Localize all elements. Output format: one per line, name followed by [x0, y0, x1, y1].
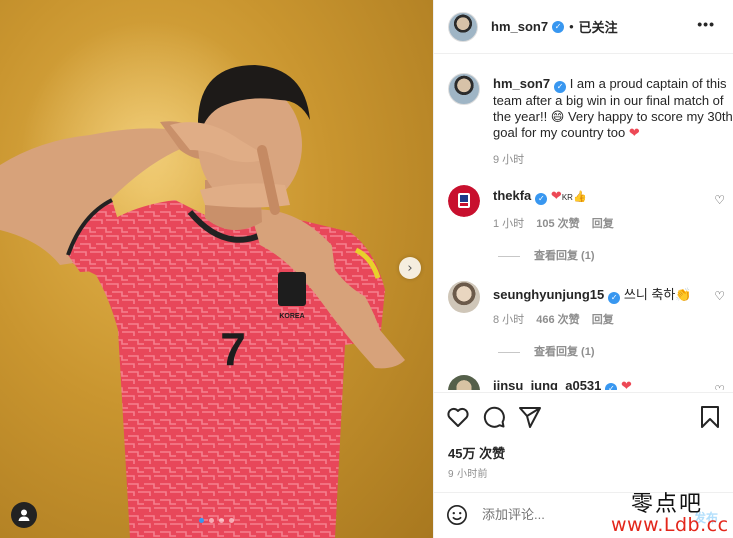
header-separator: • — [569, 19, 574, 34]
comments-scroll[interactable]: hm_son7 ✓ I am a proud captain of this te… — [434, 55, 733, 390]
view-replies-button[interactable]: 查看回复 (1) — [498, 343, 595, 359]
verified-icon: ✓ — [552, 20, 565, 33]
view-replies-label: 查看回复 (1) — [534, 250, 595, 262]
player-photo: KOREA 7 — [0, 65, 405, 538]
comment-meta: 8 小时 466 次赞 回复 — [493, 311, 623, 327]
comment-username[interactable]: seunghyunjung15 — [493, 287, 604, 302]
reply-button[interactable]: 回复 — [592, 314, 614, 326]
verified-icon: ✓ — [608, 291, 621, 304]
kfa-logo-icon — [448, 185, 480, 217]
comment-line: jinsu_jung_a0531 ✓ ❤ — [493, 378, 632, 390]
author-username[interactable]: hm_son7 — [491, 19, 548, 34]
comment-heart-icon[interactable]: ♡ — [714, 289, 725, 303]
verified-icon: ✓ — [605, 382, 618, 390]
carousel-dot — [219, 518, 224, 523]
heart-emoji-icon: ❤ — [628, 125, 640, 140]
emoji-icon[interactable] — [446, 504, 468, 526]
bookmark-icon[interactable] — [698, 405, 722, 429]
comment-text: KR — [561, 193, 573, 202]
comment-text: 쓰니 축하 — [623, 287, 676, 302]
caption-username[interactable]: hm_son7 — [493, 76, 550, 91]
likes-count[interactable]: 45万 次赞 — [448, 443, 505, 462]
heart-emoji-icon: ❤ — [550, 188, 562, 203]
thumbs-up-emoji-icon: 👍 — [572, 191, 587, 203]
clap-emoji-icon: 👏 — [675, 287, 692, 302]
author-avatar[interactable] — [448, 11, 478, 42]
carousel-indicator — [199, 518, 234, 523]
view-replies-label: 查看回复 (1) — [534, 346, 595, 358]
comment-icon[interactable] — [482, 405, 506, 429]
reply-button[interactable]: 回复 — [592, 218, 614, 230]
carousel-dot-active — [199, 518, 204, 523]
comment-time: 1 小时 — [493, 218, 525, 230]
comment-heart-icon[interactable]: ♡ — [714, 383, 725, 390]
post-sidebar: hm_son7 ✓ • 已关注 ••• hm_son7 ✓ I am a prou… — [433, 0, 733, 538]
comment-line: thekfa ✓ ❤KR👍 — [493, 188, 587, 205]
replies-divider — [498, 255, 520, 257]
comment-likes[interactable]: 466 次赞 — [536, 314, 579, 326]
caption-time: 9 小时 — [493, 154, 525, 166]
heart-icon[interactable] — [446, 405, 470, 429]
share-icon[interactable] — [518, 405, 542, 429]
comment-username[interactable]: jinsu_jung_a0531 — [493, 378, 601, 390]
following-button[interactable]: 已关注 — [579, 17, 618, 36]
jersey-crest-label: KOREA — [279, 313, 304, 320]
comment-avatar[interactable] — [448, 375, 480, 390]
comment-line: seunghyunjung15 ✓ 쓰니 축하👏 — [493, 284, 692, 304]
post-dialog: KOREA 7 › hm_son7 ✓ • 已关注 ••• hm_son7 ✓ … — [0, 0, 733, 538]
user-tag-button[interactable] — [11, 502, 37, 528]
comment-time: 8 小时 — [493, 314, 525, 326]
post-time-ago[interactable]: 9 小时前 — [448, 465, 488, 480]
post-actions: 45万 次赞 9 小时前 — [434, 392, 733, 492]
comment-likes[interactable]: 105 次赞 — [536, 218, 579, 230]
verified-icon: ✓ — [535, 192, 548, 205]
comment-meta: 1 小时 105 次赞 回复 — [493, 215, 623, 231]
caption-avatar[interactable] — [448, 73, 480, 105]
jersey-number: 7 — [220, 323, 246, 375]
user-tag-icon — [18, 509, 30, 521]
view-replies-button[interactable]: 查看回复 (1) — [498, 247, 595, 263]
more-icon[interactable]: ••• — [697, 16, 715, 32]
comment-heart-icon[interactable]: ♡ — [714, 193, 725, 207]
comment-avatar[interactable] — [448, 281, 480, 313]
watermark: 零点吧 www.Ldb.cc — [609, 484, 733, 538]
carousel-dot — [209, 518, 214, 523]
carousel-dot — [229, 518, 234, 523]
comment-username[interactable]: thekfa — [493, 188, 531, 203]
comment-avatar[interactable] — [448, 185, 480, 217]
replies-divider — [498, 351, 520, 353]
post-header: hm_son7 ✓ • 已关注 ••• — [434, 0, 733, 54]
watermark-url: www.Ldb.cc — [611, 514, 729, 536]
next-photo-button[interactable]: › — [399, 257, 421, 279]
heart-emoji-icon: ❤ — [621, 378, 632, 390]
post-photo[interactable]: KOREA 7 › — [0, 0, 433, 538]
verified-icon: ✓ — [554, 81, 567, 93]
next-arrow-icon: › — [407, 260, 413, 276]
caption-text-block: hm_son7 ✓ I am a proud captain of this te… — [493, 76, 733, 141]
